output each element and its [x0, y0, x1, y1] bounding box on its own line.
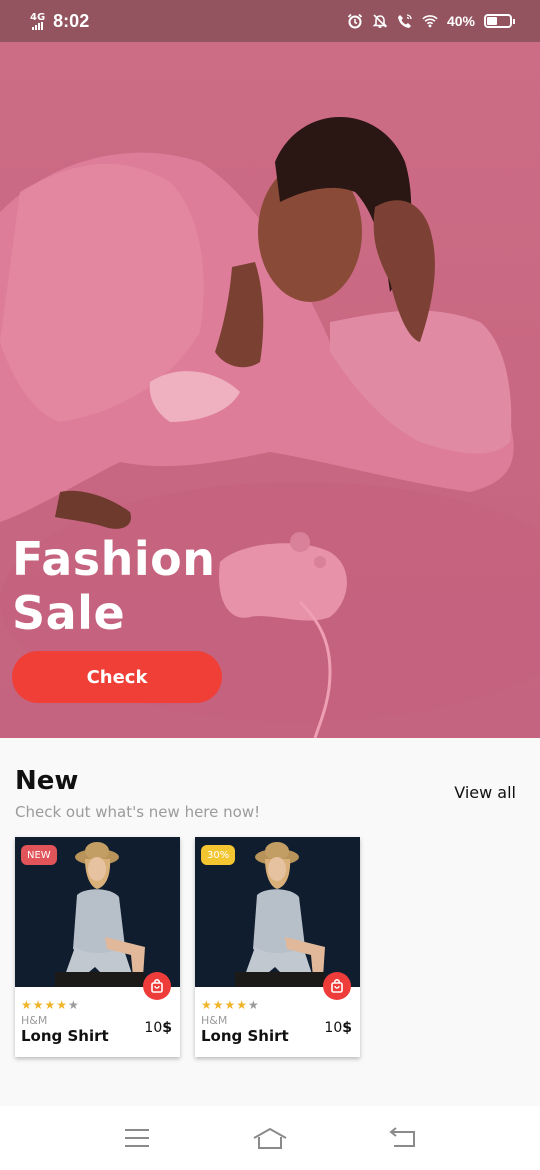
- check-button[interactable]: Check: [12, 651, 222, 703]
- product-card[interactable]: NEW ★★★★★ H&M Long Shirt 10$: [15, 837, 180, 1057]
- home-button[interactable]: [250, 1118, 290, 1158]
- product-price: 10$: [324, 1020, 352, 1036]
- hero-title: Fashion Sale: [12, 532, 216, 640]
- notifications-off-icon: [372, 13, 388, 29]
- menu-icon: [124, 1129, 149, 1147]
- shopping-bag-icon: [331, 979, 343, 993]
- product-badge: 30%: [201, 845, 236, 865]
- hero-title-line1: Fashion: [12, 532, 216, 586]
- product-name: Long Shirt: [201, 1027, 289, 1045]
- add-to-bag-button[interactable]: [323, 972, 351, 1000]
- status-time: 8:02: [53, 10, 90, 31]
- stars-filled: ★★★★: [21, 998, 69, 1012]
- battery-icon: [484, 14, 515, 28]
- product-price: 10$: [144, 1020, 172, 1036]
- new-products-section: New View all Check out what's new here n…: [0, 738, 540, 1106]
- product-badge: NEW: [21, 845, 57, 865]
- add-to-bag-button[interactable]: [143, 972, 171, 1000]
- shopping-bag-icon: [151, 979, 163, 993]
- back-button[interactable]: [383, 1118, 423, 1158]
- product-name: Long Shirt: [21, 1027, 109, 1045]
- wifi-calling-icon: [397, 13, 413, 29]
- stars-empty: ★: [68, 998, 80, 1012]
- price-currency: $: [342, 1020, 352, 1036]
- stars-empty: ★: [248, 998, 260, 1012]
- hero-banner: Fashion Sale Check: [0, 42, 540, 738]
- system-navigation-bar: [0, 1106, 540, 1170]
- battery-percent: 40%: [446, 13, 475, 29]
- product-brand: H&M: [201, 1014, 228, 1027]
- rating-stars: ★★★★★: [21, 998, 80, 1012]
- menu-button[interactable]: [117, 1118, 157, 1158]
- back-icon: [389, 1127, 416, 1147]
- home-icon: [253, 1127, 287, 1149]
- stars-filled: ★★★★: [201, 998, 249, 1012]
- product-card[interactable]: 30% ★★★★★ H&M Long Shirt 10$: [195, 837, 360, 1057]
- rating-stars: ★★★★★: [201, 998, 260, 1012]
- alarm-icon: [347, 13, 363, 29]
- status-bar: 4G 8:02 40%: [0, 0, 540, 42]
- section-subtitle: Check out what's new here now!: [15, 803, 261, 821]
- product-image: 30%: [195, 837, 360, 987]
- wifi-icon: [422, 13, 438, 29]
- price-currency: $: [162, 1020, 172, 1036]
- cellular-signal-icon: 4G: [30, 11, 46, 30]
- price-value: 10: [324, 1020, 343, 1036]
- price-value: 10: [144, 1020, 163, 1036]
- network-type: 4G: [30, 11, 46, 23]
- section-title: New: [15, 766, 79, 796]
- product-image: NEW: [15, 837, 180, 987]
- hero-title-line2: Sale: [12, 586, 126, 640]
- product-brand: H&M: [21, 1014, 48, 1027]
- view-all-link[interactable]: View all: [454, 783, 516, 802]
